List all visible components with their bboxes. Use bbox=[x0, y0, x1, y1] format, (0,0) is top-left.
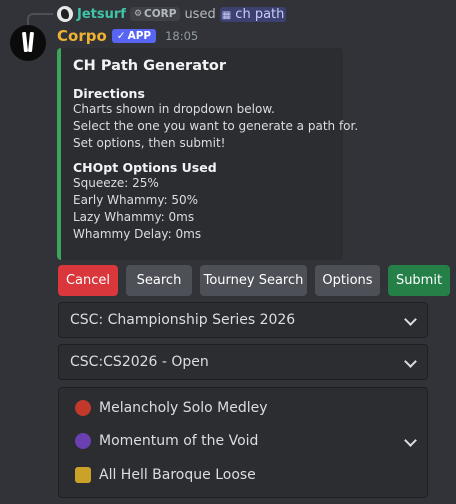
app-badge: ✓ APP bbox=[111, 29, 157, 43]
embed-title: CH Path Generator bbox=[73, 58, 227, 74]
chart-option-label: All Hell Baroque Loose bbox=[99, 467, 256, 483]
directions-line: Set options, then submit! bbox=[73, 136, 226, 150]
bot-avatar[interactable] bbox=[10, 25, 46, 61]
slash-command-mention[interactable]: ▦ ch path bbox=[219, 6, 287, 22]
clan-tag[interactable]: ⚙ CORP bbox=[129, 7, 181, 21]
red-skull-icon bbox=[75, 400, 91, 416]
option-early-whammy: Early Whammy: 50% bbox=[73, 193, 199, 207]
used-text: used bbox=[184, 6, 216, 22]
option-whammy-delay: Whammy Delay: 0ms bbox=[73, 227, 202, 241]
option-lazy-whammy: Lazy Whammy: 0ms bbox=[73, 210, 195, 224]
directions-title: Directions bbox=[73, 86, 145, 101]
championship-select[interactable]: CSC: Championship Series 2026 bbox=[58, 302, 428, 338]
submit-button[interactable]: Submit bbox=[388, 265, 450, 296]
option-squeeze: Squeeze: 25% bbox=[73, 176, 159, 190]
verified-check-icon: ✓ bbox=[116, 30, 126, 42]
chart-option[interactable]: All Hell Baroque Loose bbox=[75, 467, 256, 483]
directions-field: Directions Charts shown in dropdown belo… bbox=[73, 86, 359, 152]
cancel-button[interactable]: Cancel bbox=[58, 265, 118, 296]
division-select[interactable]: CSC:CS2026 - Open bbox=[58, 344, 428, 380]
replied-user-avatar[interactable] bbox=[57, 6, 73, 22]
chevron-down-icon bbox=[404, 434, 417, 447]
chevron-down-icon bbox=[404, 355, 417, 368]
author-name[interactable]: Corpo bbox=[57, 27, 107, 45]
options-title: CHOpt Options Used bbox=[73, 160, 217, 175]
replied-user-name[interactable]: Jetsurf bbox=[77, 7, 126, 22]
chevron-down-icon bbox=[404, 313, 417, 326]
clan-tag-icon: ⚙ bbox=[133, 9, 143, 19]
options-field: CHOpt Options Used Squeeze: 25% Early Wh… bbox=[73, 160, 331, 243]
chart-option[interactable]: Melancholy Solo Medley bbox=[75, 400, 268, 416]
chart-option-label: Melancholy Solo Medley bbox=[99, 400, 268, 416]
slash-command-label: ch path bbox=[235, 6, 285, 22]
chart-option[interactable]: Momentum of the Void bbox=[75, 433, 258, 449]
options-button[interactable]: Options bbox=[315, 265, 380, 296]
gold-crest-icon bbox=[75, 467, 91, 483]
slash-command-icon: ▦ bbox=[221, 9, 232, 21]
avatar-stripe bbox=[21, 31, 29, 53]
app-badge-label: APP bbox=[127, 30, 152, 42]
clan-tag-label: CORP bbox=[144, 8, 177, 20]
chart-option-label: Momentum of the Void bbox=[99, 433, 259, 449]
tourney-search-button[interactable]: Tourney Search bbox=[200, 265, 307, 296]
embed-card: CH Path Generator Directions Charts show… bbox=[57, 48, 359, 260]
action-row: Cancel Search Tourney Search Options Sub… bbox=[58, 265, 450, 296]
message-header: Corpo ✓ APP 18:05 bbox=[57, 27, 198, 45]
championship-select-value: CSC: Championship Series 2026 bbox=[70, 312, 296, 328]
timestamp[interactable]: 18:05 bbox=[165, 29, 198, 43]
purple-band-icon bbox=[75, 433, 91, 449]
search-button[interactable]: Search bbox=[126, 265, 192, 296]
division-select-value: CSC:CS2026 - Open bbox=[70, 354, 209, 370]
avatar-stripe bbox=[27, 31, 35, 53]
directions-line: Charts shown in dropdown below. bbox=[73, 102, 275, 116]
directions-line: Select the one you want to generate a pa… bbox=[73, 119, 359, 133]
reply-reference[interactable]: Jetsurf ⚙ CORP used ▦ ch path bbox=[57, 5, 287, 23]
chart-select[interactable]: Melancholy Solo Medley Momentum of the V… bbox=[58, 387, 428, 498]
